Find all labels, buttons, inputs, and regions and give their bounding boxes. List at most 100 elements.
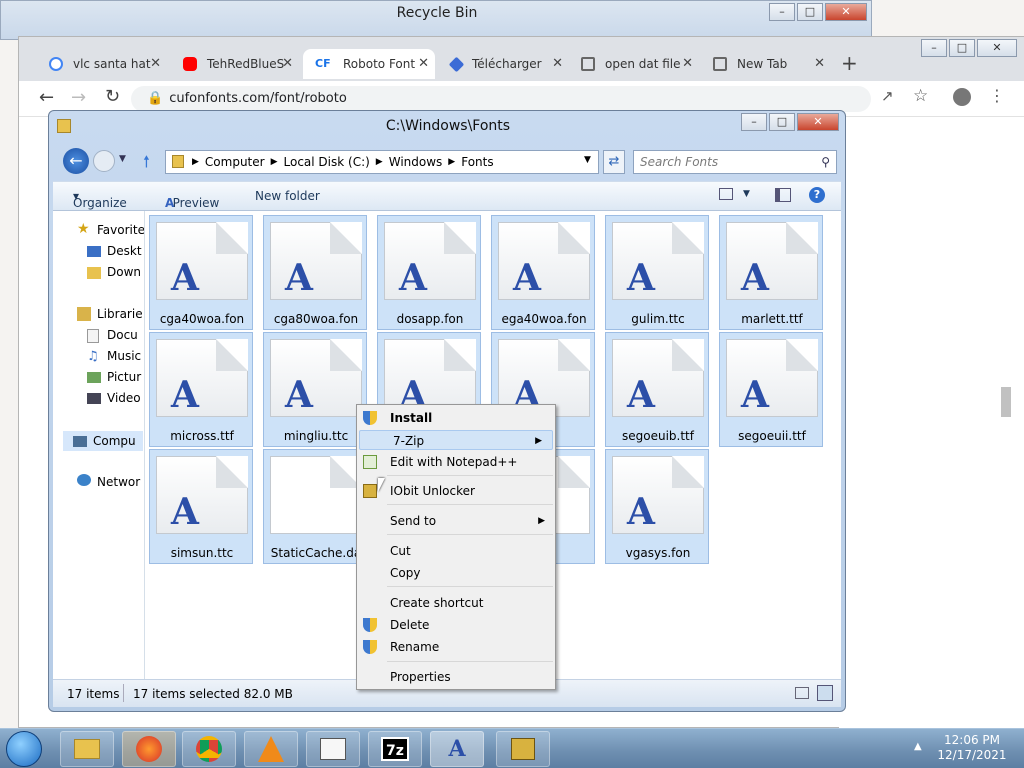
address-breadcrumb[interactable]: ▶ Computer ▶ Local Disk (C:) ▶ Windows ▶ Fo…: [165, 150, 599, 174]
menu-item-install[interactable]: Install: [357, 408, 555, 428]
chevron-down-icon[interactable]: ▼: [119, 154, 126, 164]
breadcrumb-windows[interactable]: Windows: [389, 155, 443, 169]
taskbar-firefox[interactable]: [122, 731, 176, 767]
menu-item-create-shortcut[interactable]: Create shortcut: [357, 593, 555, 613]
taskbar-unlocker[interactable]: [496, 731, 550, 767]
minimize-icon[interactable]: –: [921, 39, 947, 57]
nav-computer[interactable]: Compu: [63, 431, 143, 451]
preview-button[interactable]: A Preview: [165, 189, 219, 210]
nav-favorites[interactable]: Favorite: [97, 223, 144, 237]
close-tab-icon[interactable]: ✕: [282, 56, 293, 71]
taskbar-chrome[interactable]: [182, 731, 236, 767]
close-icon[interactable]: ✕: [797, 113, 839, 131]
close-tab-icon[interactable]: ✕: [682, 56, 693, 71]
minimize-icon[interactable]: –: [741, 113, 767, 131]
taskbar-task-manager[interactable]: [306, 731, 360, 767]
taskbar-7zip[interactable]: 7z: [368, 731, 422, 767]
maximize-icon[interactable]: □: [797, 3, 823, 21]
nav-pictures[interactable]: Pictur: [107, 370, 141, 384]
close-icon[interactable]: ✕: [977, 39, 1017, 57]
minimize-icon[interactable]: –: [769, 3, 795, 21]
maximize-icon[interactable]: □: [949, 39, 975, 57]
nav-downloads[interactable]: Down: [107, 265, 141, 279]
start-orb-icon[interactable]: [6, 731, 42, 767]
menu-item-delete[interactable]: Delete: [357, 615, 555, 635]
maximize-icon[interactable]: □: [769, 113, 795, 131]
chrome-tab-roboto[interactable]: CF Roboto Font ✕: [303, 49, 435, 79]
taskbar-font-viewer[interactable]: A: [430, 731, 484, 767]
details-view-icon[interactable]: [795, 687, 809, 699]
menu-item-7zip[interactable]: 7-Zip ▶: [359, 430, 553, 450]
scrollbar-thumb[interactable]: [1001, 387, 1011, 417]
taskbar-vlc[interactable]: [244, 731, 298, 767]
file-tile[interactable]: Agulim.ttc: [605, 215, 709, 330]
menu-item-properties[interactable]: Properties: [357, 667, 555, 687]
search-input[interactable]: Search Fonts ⚲: [633, 150, 837, 174]
chevron-down-icon[interactable]: ▼: [584, 155, 591, 165]
close-tab-icon[interactable]: ✕: [150, 56, 161, 71]
organize-button[interactable]: Organize ▾: [73, 189, 127, 210]
chrome-tab-new-tab[interactable]: New Tab ✕: [701, 49, 831, 79]
file-tile[interactable]: Avgasys.fon: [605, 449, 709, 564]
file-tile[interactable]: Amicross.ttf: [149, 332, 253, 447]
file-tile[interactable]: Asegoeuib.ttf: [605, 332, 709, 447]
search-icon[interactable]: ⚲: [821, 151, 830, 173]
chevron-down-icon[interactable]: ▼: [743, 189, 750, 199]
file-tile[interactable]: Asimsun.ttc: [149, 449, 253, 564]
nav-videos[interactable]: Video: [107, 391, 141, 405]
back-icon[interactable]: ←: [63, 148, 89, 174]
system-clock[interactable]: 12:06 PM 12/17/2021: [930, 733, 1014, 763]
menu-item-cut[interactable]: Cut: [357, 541, 555, 561]
scrollbar[interactable]: [845, 217, 861, 597]
menu-item-copy[interactable]: Copy: [357, 563, 555, 583]
menu-item-iobit-unlocker[interactable]: IObit Unlocker: [357, 481, 555, 501]
view-options-icon[interactable]: [719, 188, 733, 200]
chrome-tab-open-dat[interactable]: open dat file ✕: [569, 49, 699, 79]
file-tile[interactable]: Asegoeuii.ttf: [719, 332, 823, 447]
close-tab-icon[interactable]: ✕: [814, 56, 825, 71]
profile-icon[interactable]: [953, 88, 971, 106]
share-icon[interactable]: ↗: [881, 87, 894, 105]
menu-item-send-to[interactable]: Send to ▶: [357, 511, 555, 531]
nav-network[interactable]: Networ: [97, 475, 140, 489]
nav-music[interactable]: Music: [107, 349, 141, 363]
file-name: segoeuii.ttf: [738, 429, 806, 443]
file-tile[interactable]: Aega40woa.fon: [491, 215, 595, 330]
file-tile[interactable]: Amingliu.ttc: [263, 332, 367, 447]
chrome-tab-google[interactable]: vlc santa hat ✕: [37, 49, 167, 79]
breadcrumb-fonts[interactable]: Fonts: [461, 155, 493, 169]
refresh-icon[interactable]: ⇄: [603, 150, 625, 174]
address-bar[interactable]: 🔒 cufonfonts.com/font/roboto: [131, 86, 871, 112]
new-folder-button[interactable]: New folder: [255, 189, 320, 203]
file-tile[interactable]: Acga40woa.fon: [149, 215, 253, 330]
chrome-tab-telecharger[interactable]: Télécharger ✕: [439, 49, 569, 79]
forward-icon[interactable]: [93, 150, 115, 172]
back-icon[interactable]: ←: [39, 87, 54, 108]
forward-icon[interactable]: →: [71, 87, 86, 108]
new-tab-button[interactable]: +: [841, 51, 858, 75]
menu-item-edit-notepad[interactable]: Edit with Notepad++: [357, 452, 555, 472]
reload-icon[interactable]: ↻: [105, 86, 120, 107]
up-arrow-icon[interactable]: 🠕: [143, 151, 150, 178]
preview-pane-icon[interactable]: [775, 188, 791, 202]
nav-documents[interactable]: Docu: [107, 328, 138, 342]
file-tile[interactable]: Amarlett.ttf: [719, 215, 823, 330]
large-icons-view-icon[interactable]: [817, 685, 833, 701]
star-icon[interactable]: ☆: [913, 86, 928, 106]
file-tile[interactable]: Adosapp.fon: [377, 215, 481, 330]
menu-item-rename[interactable]: Rename: [357, 637, 555, 657]
menu-icon[interactable]: ⋮: [989, 86, 1005, 105]
help-icon[interactable]: ?: [809, 187, 825, 203]
file-tile[interactable]: Acga80woa.fon: [263, 215, 367, 330]
taskbar-explorer[interactable]: [60, 731, 114, 767]
file-tile[interactable]: StaticCache.da: [263, 449, 367, 564]
nav-desktop[interactable]: Deskt: [107, 244, 142, 258]
chrome-tab-youtube[interactable]: TehRedBlueS ✕: [171, 49, 299, 79]
close-icon[interactable]: ✕: [825, 3, 867, 21]
breadcrumb-computer[interactable]: Computer: [205, 155, 265, 169]
nav-libraries[interactable]: Librarie: [97, 307, 143, 321]
breadcrumb-local-disk[interactable]: Local Disk (C:): [284, 155, 370, 169]
close-tab-icon[interactable]: ✕: [552, 56, 563, 71]
tray-arrow-icon[interactable]: ▲: [914, 741, 922, 752]
close-tab-icon[interactable]: ✕: [418, 56, 429, 71]
